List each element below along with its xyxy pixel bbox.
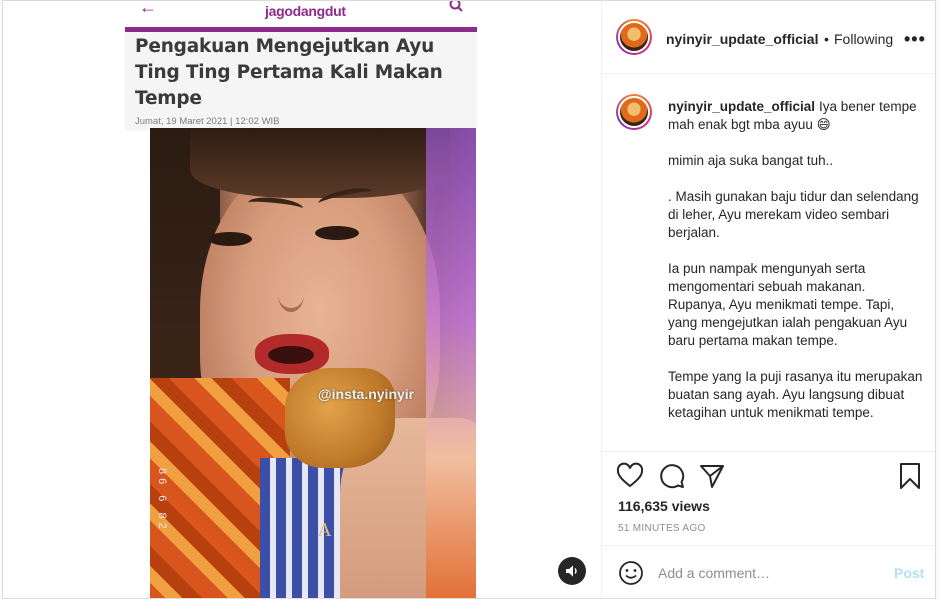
site-logo: jagodangdut bbox=[265, 3, 346, 19]
speaker-icon bbox=[566, 565, 577, 577]
right-eye bbox=[315, 226, 359, 240]
more-options-icon[interactable]: ••• bbox=[904, 29, 926, 50]
video-timestamp: 86 6 82 bbox=[156, 468, 168, 533]
action-bar: 116,635 views 51 MINUTES AGO bbox=[602, 451, 935, 545]
following-button[interactable]: Following bbox=[834, 31, 893, 47]
video-frame[interactable]: @insta.nyinyir 86 6 82 A bbox=[150, 128, 476, 598]
search-icon bbox=[449, 1, 463, 12]
instagram-post: ← jagodangdut Pengakuan Mengejutkan Ayu … bbox=[2, 0, 936, 599]
separator-dot: • bbox=[824, 31, 829, 47]
caption-username[interactable]: nyinyir_update_official bbox=[668, 99, 815, 114]
avatar[interactable] bbox=[616, 19, 652, 55]
site-header: ← jagodangdut bbox=[125, 1, 477, 32]
left-eye bbox=[208, 232, 252, 246]
caption-paragraph: . Masih gunakan baju tidur dan selendang… bbox=[668, 189, 919, 240]
comment-input[interactable] bbox=[658, 562, 878, 584]
caption-paragraph: Ia pun nampak mengunyah serta mengomenta… bbox=[668, 261, 908, 348]
article-date: Jumat, 19 Maret 2021 | 12:02 WIB bbox=[135, 116, 280, 127]
heart-icon[interactable] bbox=[616, 462, 644, 490]
post-header: nyinyir_update_official • Following ••• bbox=[602, 1, 935, 74]
share-icon[interactable] bbox=[698, 462, 726, 490]
comments-area[interactable]: nyinyir_update_official Iya bener tempe m… bbox=[602, 74, 935, 451]
light-glow bbox=[426, 128, 476, 598]
post-timestamp[interactable]: 51 MINUTES AGO bbox=[618, 523, 706, 534]
article-title: Pengakuan Mengejutkan Ayu Ting Ting Pert… bbox=[135, 36, 443, 109]
caption-paragraph: Tempe yang Ia puji rasanya itu merupakan… bbox=[668, 369, 923, 420]
mouth-inner bbox=[268, 346, 314, 364]
header-username[interactable]: nyinyir_update_official bbox=[666, 31, 818, 47]
caption-paragraph: mimin aja suka bangat tuh.. bbox=[668, 153, 834, 168]
watermark: @insta.nyinyir bbox=[318, 386, 415, 402]
comment-icon[interactable] bbox=[658, 462, 686, 490]
post-sidebar: nyinyir_update_official • Following ••• … bbox=[601, 1, 935, 598]
back-arrow-icon: ← bbox=[139, 1, 157, 17]
bookmark-icon[interactable] bbox=[896, 462, 924, 490]
caption: nyinyir_update_official Iya bener tempe m… bbox=[668, 98, 924, 440]
necklace-pendant: A bbox=[318, 520, 331, 541]
sound-toggle-button[interactable] bbox=[558, 557, 586, 585]
tempe-food bbox=[285, 368, 395, 468]
caption-avatar[interactable] bbox=[616, 94, 652, 130]
emoji-icon[interactable] bbox=[618, 560, 644, 586]
post-media[interactable]: ← jagodangdut Pengakuan Mengejutkan Ayu … bbox=[3, 1, 601, 598]
add-comment-bar: Post bbox=[602, 545, 935, 598]
nose bbox=[278, 278, 304, 312]
hair-top bbox=[190, 128, 450, 198]
view-count[interactable]: 116,635 views bbox=[618, 498, 710, 514]
post-comment-button[interactable]: Post bbox=[894, 565, 924, 581]
article-screenshot: ← jagodangdut Pengakuan Mengejutkan Ayu … bbox=[125, 1, 477, 131]
